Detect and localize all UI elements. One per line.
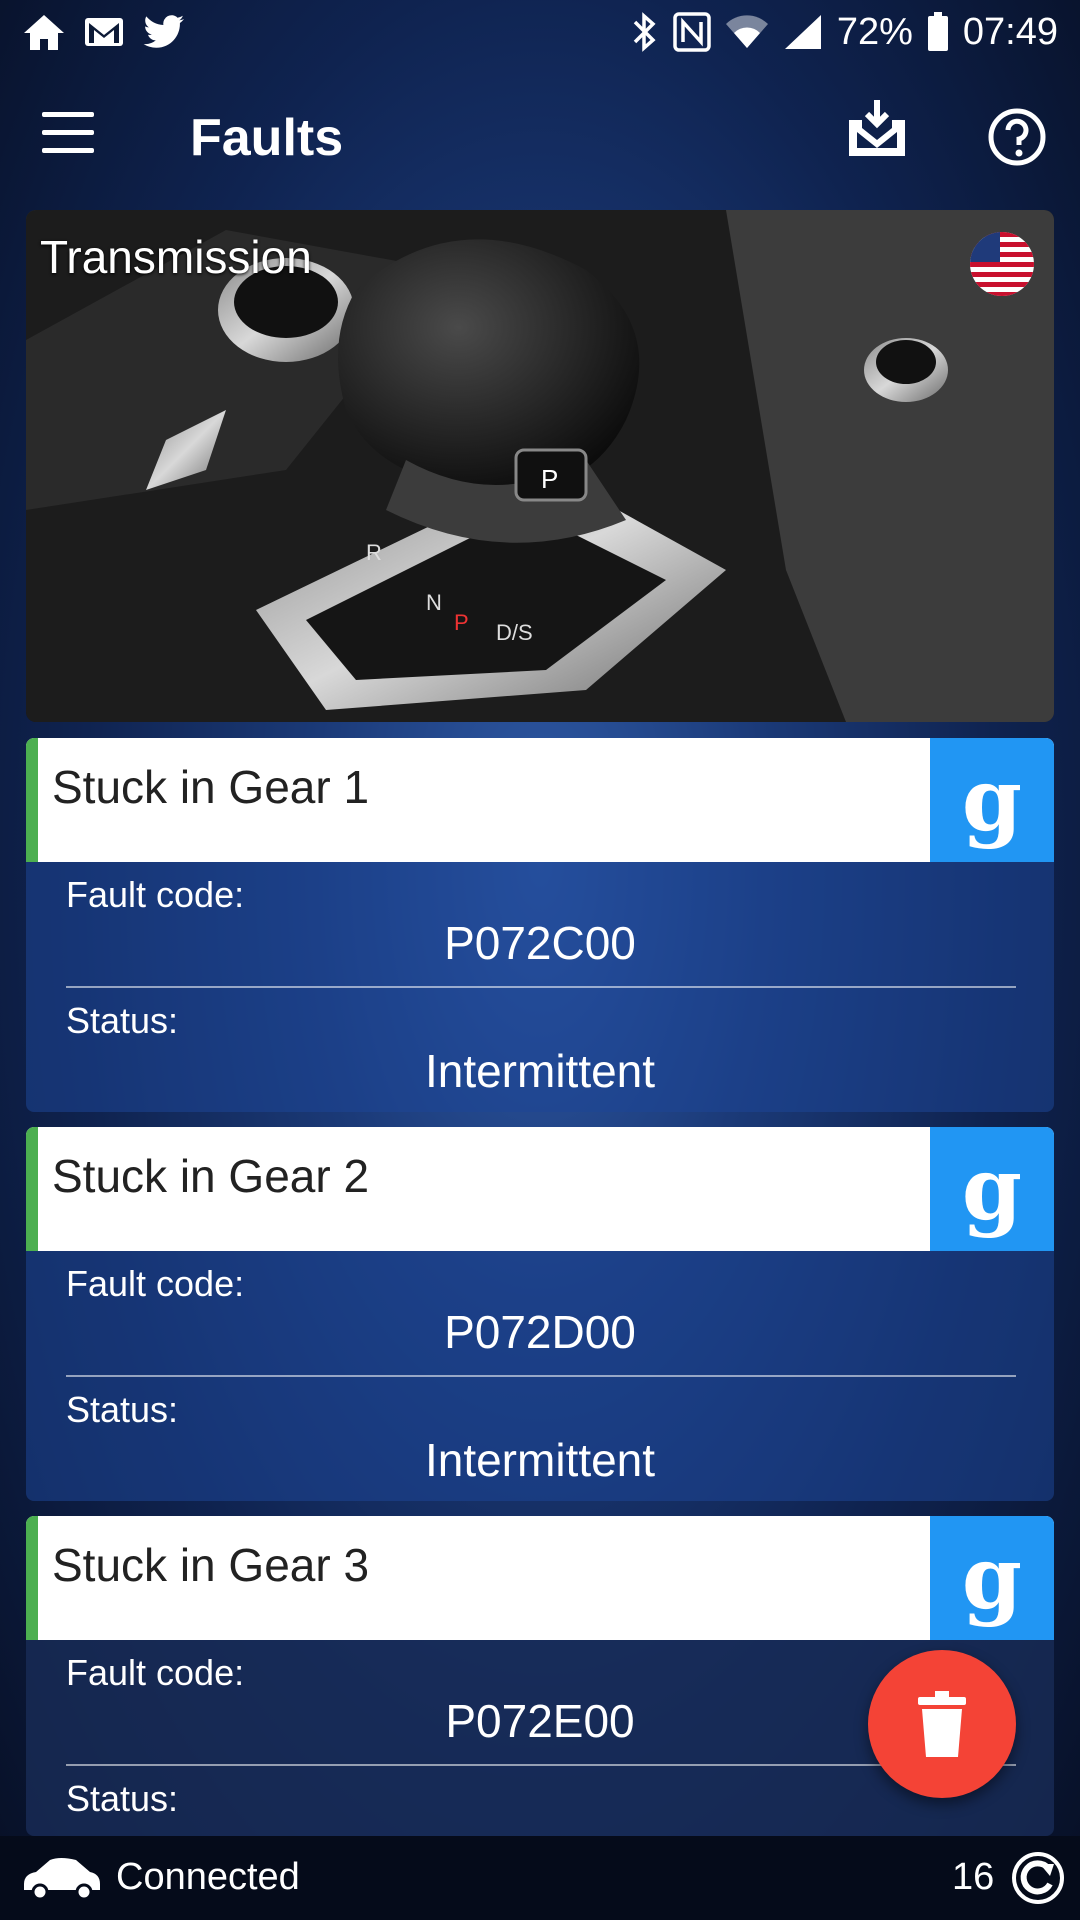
fault-code-value: P072D00 bbox=[444, 1306, 636, 1358]
trash-icon bbox=[918, 1691, 966, 1757]
status-label: Status: bbox=[66, 1000, 179, 1041]
twitter-icon bbox=[142, 14, 186, 50]
hero-title: Transmission bbox=[40, 231, 312, 283]
svg-text:R: R bbox=[366, 540, 382, 565]
bluetooth-icon bbox=[631, 12, 659, 52]
fault-card: Stuck in Gear 1 g Fault code: P072C00 St… bbox=[26, 738, 1054, 1112]
refresh-icon[interactable] bbox=[1010, 1850, 1066, 1906]
connection-status: Connected bbox=[116, 1856, 300, 1898]
status-value: Intermittent bbox=[424, 1045, 656, 1097]
clock: 07:49 bbox=[962, 10, 1058, 53]
google-search-button[interactable]: g bbox=[930, 1127, 1054, 1251]
fault-card-body: Fault code: P072D00 Status: Intermittent bbox=[26, 1251, 1054, 1501]
svg-text:P: P bbox=[454, 610, 469, 635]
home-icon bbox=[22, 12, 66, 52]
fault-card: Stuck in Gear 2 g Fault code: P072D00 St… bbox=[26, 1127, 1054, 1501]
fault-code-label: Fault code: bbox=[66, 1652, 245, 1693]
divider bbox=[66, 1375, 1016, 1377]
status-value: Intermittent bbox=[424, 1434, 656, 1486]
wifi-icon bbox=[725, 14, 769, 50]
fault-card-header[interactable]: Stuck in Gear 1 g bbox=[26, 738, 1054, 862]
menu-icon bbox=[42, 112, 94, 117]
help-button[interactable] bbox=[988, 108, 1046, 166]
status-label: Status: bbox=[66, 1778, 179, 1819]
fault-count: 16 bbox=[952, 1856, 995, 1898]
fault-card-body: Fault code: P072C00 Status: Intermittent bbox=[26, 862, 1054, 1112]
gear-shifter-image: P R N P D/S bbox=[26, 210, 1054, 722]
status-bar-left bbox=[22, 12, 186, 52]
help-icon bbox=[988, 108, 1046, 166]
fault-code-value: P072C00 bbox=[444, 917, 636, 969]
divider bbox=[66, 986, 1016, 988]
hero-image: P R N P D/S Transmission bbox=[26, 210, 1054, 722]
battery-icon bbox=[927, 12, 949, 52]
fault-name: Stuck in Gear 2 bbox=[52, 1150, 370, 1202]
menu-icon-line bbox=[42, 130, 94, 135]
fault-card-header[interactable]: Stuck in Gear 3 g bbox=[26, 1516, 1054, 1640]
page-title: Faults bbox=[190, 109, 344, 167]
menu-icon-line bbox=[42, 148, 94, 153]
signal-icon bbox=[783, 13, 823, 51]
menu-button[interactable] bbox=[42, 112, 104, 162]
delete-faults-button[interactable] bbox=[868, 1650, 1016, 1798]
bottom-status-bar: Connected 16 bbox=[0, 1836, 1080, 1920]
battery-percent: 72% bbox=[836, 10, 913, 53]
status-bar: 72% 07:49 bbox=[0, 0, 1080, 64]
google-search-button[interactable]: g bbox=[930, 738, 1054, 862]
download-button[interactable] bbox=[846, 98, 908, 162]
fault-card-header[interactable]: Stuck in Gear 2 g bbox=[26, 1127, 1054, 1251]
fault-name: Stuck in Gear 1 bbox=[52, 761, 370, 813]
svg-text:P: P bbox=[541, 464, 558, 494]
divider bbox=[66, 1764, 1016, 1766]
car-icon bbox=[24, 1858, 100, 1900]
google-search-button[interactable]: g bbox=[930, 1516, 1054, 1640]
svg-text:N: N bbox=[426, 590, 442, 615]
svg-text:D/S: D/S bbox=[496, 620, 533, 645]
nfc-icon bbox=[673, 12, 711, 52]
us-flag-icon[interactable] bbox=[970, 232, 1034, 296]
fault-code-label: Fault code: bbox=[66, 1263, 245, 1304]
download-icon bbox=[849, 100, 905, 156]
app-bar: Faults bbox=[0, 64, 1080, 212]
fault-code-label: Fault code: bbox=[66, 874, 245, 915]
gmail-icon bbox=[84, 16, 124, 48]
status-label: Status: bbox=[66, 1389, 179, 1430]
status-bar-right: 72% 07:49 bbox=[631, 11, 1058, 54]
fault-name: Stuck in Gear 3 bbox=[52, 1539, 370, 1591]
